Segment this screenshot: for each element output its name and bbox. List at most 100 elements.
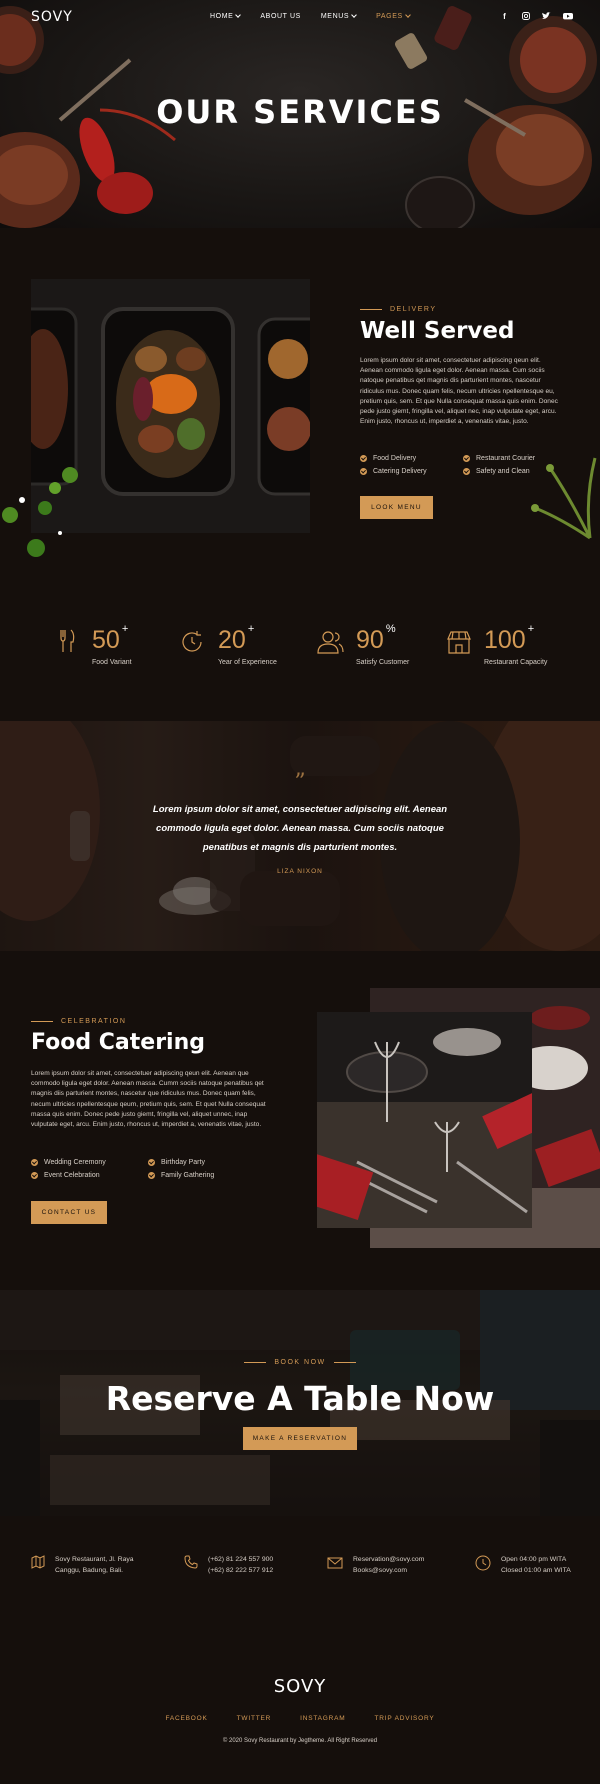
nav-item-label: PAGES [376,13,403,20]
top-navbar: SOVY HOME ABOUT US MENUS PAGES f [0,0,600,34]
delivery-paragraph: Lorem ipsum dolor sit amet, consectetuer… [360,357,558,426]
reservation-section: BOOK NOW Reserve A Table Now MAKE A RESE… [0,1290,600,1516]
testimonial-section: ” Lorem ipsum dolor sit amet, consectetu… [0,721,600,951]
instagram-icon[interactable] [521,12,530,21]
footer-info-line[interactable]: Reservation@sovy.com [353,1555,424,1566]
check-icon [31,1172,38,1179]
footer-link-instagram[interactable]: INSTAGRAM [300,1715,345,1722]
stat-value: 50 [92,626,120,654]
look-menu-button[interactable]: LOOK MENU [360,496,433,519]
herb-decoration [2,467,78,557]
footer-info-line: Closed 01:00 am WITA [501,1566,571,1574]
catering-table-image [317,1012,532,1228]
footer-info-line: Open 04:00 pm WITA [501,1556,567,1563]
eyebrow-text: BOOK NOW [274,1359,326,1366]
catering-feature-list: Wedding Ceremony Birthday Party Event Ce… [31,1159,265,1179]
footer-hours: Open 04:00 pm WITA Closed 01:00 am WITA [475,1555,571,1576]
footer-info-line: Sovy Restaurant, Jl. Raya [55,1556,134,1563]
copyright: © 2020 Sovy Restaurant by Jegtheme. All … [222,1738,378,1744]
feature-label: Catering Delivery [373,468,427,475]
delivery-section: DELIVERY Well Served Lorem ipsum dolor s… [0,228,600,721]
stat-label: Satisfy Customer [356,659,410,666]
stat-suffix: + [527,623,535,635]
eyebrow-line [333,1362,356,1363]
footer-link-trip-advisory[interactable]: TRIP ADVISORY [375,1715,435,1722]
eyebrow-text: DELIVERY [390,306,437,313]
footer-info-text: Reservation@sovy.com Books@sovy.com [353,1555,424,1576]
nav-item-about-us[interactable]: ABOUT US [260,13,300,20]
feature-item: Family Gathering [148,1172,265,1179]
make-reservation-button[interactable]: MAKE A RESERVATION [243,1427,357,1450]
hero-banner: SOVY HOME ABOUT US MENUS PAGES f OUR SER… [0,0,600,228]
phone-icon [184,1555,198,1569]
nav-item-label: HOME [210,13,234,20]
feature-item: Food Delivery [360,455,463,462]
feature-label: Event Celebration [44,1172,100,1179]
footer-info-line[interactable]: Books@sovy.com [353,1566,424,1577]
footer-info-text: Open 04:00 pm WITA Closed 01:00 am WITA [501,1555,571,1576]
delivery-eyebrow: DELIVERY [360,306,437,313]
feature-item: Restaurant Courier [463,455,566,462]
testimonial-author: LIZA NIXON [277,868,323,875]
check-icon [148,1172,155,1179]
feature-label: Wedding Ceremony [44,1159,106,1166]
eyebrow-line [360,309,382,310]
stat-value: 100 [484,626,526,654]
herb-decoration-right [531,457,597,540]
youtube-icon[interactable] [563,12,573,21]
stat-year-experience: 20 + Year of Experience [218,623,277,666]
feature-label: Food Delivery [373,455,417,462]
brand-logo[interactable]: SOVY [31,9,73,25]
reserve-eyebrow: BOOK NOW [0,1359,600,1366]
contact-us-button[interactable]: CONTACT US [31,1201,107,1224]
footer-info-line: (+62) 81 224 557 900 [208,1556,274,1563]
check-icon [31,1159,38,1166]
stat-suffix: + [121,623,129,635]
reserve-heading: Reserve A Table Now [105,1379,495,1418]
feature-item: Catering Delivery [360,468,463,475]
chevron-down-icon [351,12,357,18]
users-icon [317,631,344,654]
stat-label: Restaurant Capacity [484,659,548,666]
mail-icon [327,1557,343,1569]
feature-item: Birthday Party [148,1159,265,1166]
chevron-down-icon [235,12,242,18]
stat-value: 20 [218,626,246,654]
footer-info-line: (+62) 82 222 577 912 [208,1566,274,1574]
chevron-down-icon [404,12,411,18]
facebook-icon[interactable]: f [500,12,509,21]
eyebrow-line [244,1362,267,1363]
map-icon [31,1555,45,1569]
stat-label: Food Variant [92,659,132,666]
nav-item-home[interactable]: HOME [210,12,242,20]
footer-link-twitter[interactable]: TWITTER [237,1715,271,1722]
eyebrow-text: CELEBRATION [61,1018,127,1025]
stat-value: 90 [356,626,384,654]
services-page: SOVY HOME ABOUT US MENUS PAGES f OUR SER… [0,0,600,1784]
nav-item-pages[interactable]: PAGES [376,12,411,20]
feature-label: Restaurant Courier [476,455,536,462]
feature-label: Family Gathering [161,1172,215,1179]
footer-logo[interactable]: SOVY [0,1676,600,1697]
nav-item-menus[interactable]: MENUS [320,12,357,20]
nav-item-label: ABOUT US [260,13,301,20]
stat-label: Year of Experience [218,659,277,666]
feature-item: Event Celebration [31,1172,148,1179]
check-icon [463,455,470,462]
table-setting-front [317,1012,532,1228]
check-icon [463,468,470,475]
social-links: f [500,12,573,21]
stat-suffix: + [247,623,255,635]
footer-info-line: Canggu, Badung, Bali. [55,1566,124,1574]
catering-eyebrow: CELEBRATION [31,1018,126,1025]
twitter-icon[interactable] [542,12,551,21]
cutlery-icon [60,629,75,652]
nav-item-label: MENUS [320,13,350,20]
feature-item: Wedding Ceremony [31,1159,148,1166]
store-icon [447,631,471,654]
footer-link-facebook[interactable]: FACEBOOK [165,1715,207,1722]
feature-label: Safety and Clean [476,468,530,475]
feature-item: Safety and Clean [463,468,566,475]
catering-section: CELEBRATION Food Catering Lorem ipsum do… [0,951,600,1290]
page-title: OUR SERVICES [156,93,444,131]
